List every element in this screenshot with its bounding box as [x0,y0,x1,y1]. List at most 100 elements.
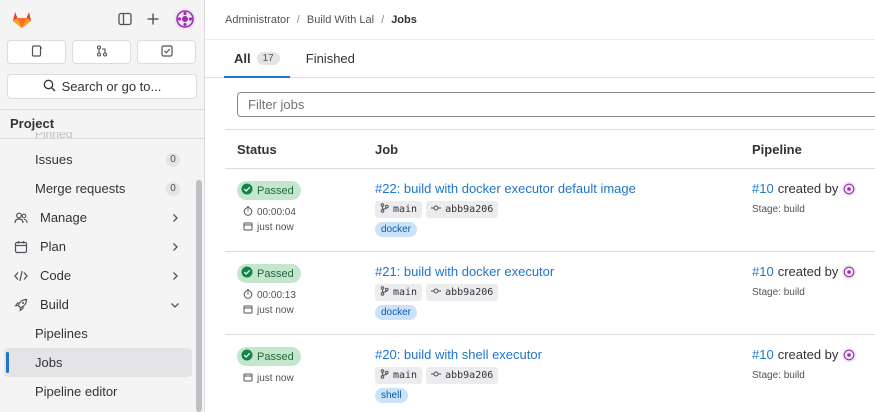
timer-icon [243,289,253,302]
search-label: Search or go to... [61,79,162,94]
sidebar-item-label: Merge requests [35,181,126,196]
branch-name: main [393,204,418,215]
job-finished-time: just now [257,305,294,316]
table-row: Passed 00:00:04 just now #22: build with… [225,169,875,252]
status-badge[interactable]: Passed [237,347,301,366]
gitlab-logo-icon[interactable] [10,7,34,31]
user-avatar[interactable] [174,8,196,30]
sidebar-toggle-icon[interactable] [118,12,132,26]
user-avatar[interactable] [842,264,857,279]
sidebar-item-plan[interactable]: Plan [4,232,192,261]
count-badge: 0 [166,181,180,196]
filter-jobs-input[interactable]: Filter jobs [237,92,875,117]
job-duration: 00:00:04 [257,207,296,218]
pipeline-link[interactable]: #10 [752,347,774,362]
sidebar: Search or go to... Project Pinned Issues… [0,0,205,412]
branch-ref[interactable]: main [375,367,423,384]
breadcrumb-item[interactable]: Build With Lal [307,14,374,26]
branch-ref[interactable]: main [375,284,423,301]
sidebar-item-issues[interactable]: Issues 0 [4,145,192,174]
stage-label: Stage: build [752,204,805,215]
commit-hash: abb9a206 [445,287,494,298]
table-row: Passed 00:00:13 just now #21: build with… [225,252,875,335]
timer-icon [243,206,253,219]
chevron-right-icon [170,213,180,223]
count-badge: 0 [166,152,180,167]
check-circle-icon [241,349,253,364]
commit-icon [431,286,442,299]
commit-sha[interactable]: abb9a206 [426,367,499,384]
job-finished-time: just now [257,373,294,384]
sidebar-item-label: Code [40,268,72,283]
tab-all[interactable]: All 17 [224,39,290,78]
sidebar-ghost-label: Pinned [35,132,73,141]
sidebar-scrollbar[interactable] [196,180,202,412]
status-badge[interactable]: Passed [237,264,301,283]
user-avatar[interactable] [842,347,857,362]
sidebar-item-manage[interactable]: Manage [4,203,192,232]
todo-icon [160,44,173,60]
created-by-label: created by [777,347,839,362]
commit-sha[interactable]: abb9a206 [426,201,499,218]
calendar-icon [14,240,30,254]
tab-label: Finished [305,50,355,66]
sidebar-item-merge-requests[interactable]: Merge requests 0 [4,174,192,203]
sidebar-item-label: Pipelines [35,326,88,341]
status-label: Passed [257,184,294,197]
merge-requests-shortcut-button[interactable] [72,40,131,64]
created-by-label: created by [777,181,839,196]
runner-tag: docker [375,305,418,320]
commit-sha[interactable]: abb9a206 [426,284,499,301]
table-header: Status Job Pipeline [225,129,875,169]
commit-icon [431,369,442,382]
job-link[interactable]: #21: build with docker executor [375,264,752,279]
main-content: Administrator / Build With Lal / Jobs Al… [205,0,875,412]
jobs-tabs: All 17 Finished [205,40,875,78]
branch-ref[interactable]: main [375,201,423,218]
sidebar-header [0,0,204,38]
column-header-pipeline: Pipeline [752,141,802,157]
sidebar-item-label: Manage [40,210,87,225]
sidebar-item-pipeline-editor[interactable]: Pipeline editor [4,377,192,406]
status-badge[interactable]: Passed [237,181,301,200]
check-circle-icon [241,183,253,198]
chevron-right-icon [170,271,180,281]
sidebar-item-pipelines[interactable]: Pipelines [4,319,192,348]
user-avatar[interactable] [842,181,857,196]
sidebar-item-code[interactable]: Code [4,261,192,290]
pipeline-link[interactable]: #10 [752,181,774,196]
issues-shortcut-button[interactable] [7,40,66,64]
filter-placeholder: Filter jobs [248,97,305,112]
breadcrumb-separator: / [381,13,385,26]
commit-hash: abb9a206 [445,370,494,381]
stage-label: Stage: build [752,287,805,298]
calendar-icon [243,372,253,385]
sidebar-item-build[interactable]: Build [4,290,192,319]
tab-finished[interactable]: Finished [296,39,365,77]
calendar-icon [243,221,253,234]
breadcrumb-item[interactable]: Administrator [225,14,290,26]
breadcrumb-current[interactable]: Jobs [391,14,417,26]
plus-icon[interactable] [146,12,160,26]
todos-shortcut-button[interactable] [137,40,196,64]
runner-tag: docker [375,222,418,237]
job-link[interactable]: #22: build with docker executor default … [375,181,752,196]
sidebar-item-jobs[interactable]: Jobs [4,348,192,377]
tab-count-badge: 17 [256,51,280,65]
search-button[interactable]: Search or go to... [7,74,197,99]
sidebar-item-label: Jobs [35,355,63,370]
rocket-icon [14,298,30,312]
job-duration: 00:00:13 [257,290,296,301]
chevron-down-icon [170,300,180,310]
merge-request-icon [96,44,108,60]
search-icon [43,79,56,95]
check-circle-icon [241,266,253,281]
commit-icon [431,203,442,216]
status-label: Passed [257,350,294,363]
stage-label: Stage: build [752,370,805,381]
job-link[interactable]: #20: build with shell executor [375,347,752,362]
calendar-icon [243,304,253,317]
pipeline-link[interactable]: #10 [752,264,774,279]
branch-name: main [393,287,418,298]
branch-icon [380,286,389,299]
